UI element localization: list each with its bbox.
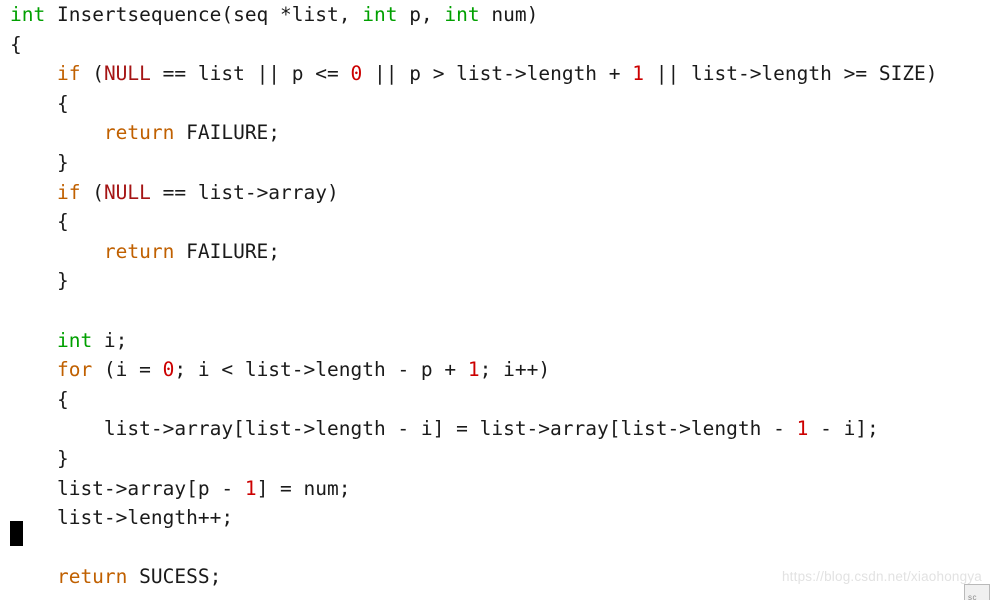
code-token-plain: SUCESS; bbox=[127, 565, 222, 589]
code-line[interactable] bbox=[0, 296, 990, 326]
code-token-control-keyword: if bbox=[10, 62, 81, 86]
code-line[interactable]: } bbox=[0, 266, 990, 296]
code-line[interactable]: int i; bbox=[0, 326, 990, 356]
scroll-corner-glyph: sc bbox=[968, 593, 977, 600]
code-line[interactable]: if (NULL == list->array) bbox=[0, 178, 990, 208]
code-token-plain: || p > list->length + bbox=[362, 62, 633, 86]
code-token-plain: p, bbox=[397, 3, 445, 26]
scroll-corner-widget[interactable]: sc bbox=[964, 584, 990, 600]
code-token-plain: } bbox=[10, 269, 69, 293]
code-token-plain: list->array[list->length - i] = list->ar… bbox=[10, 417, 797, 441]
code-token-plain: == list->array) bbox=[150, 180, 339, 204]
code-line[interactable]: list->array[list->length - i] = list->ar… bbox=[0, 414, 990, 444]
code-token-number: 0 bbox=[162, 358, 175, 382]
code-token-control-keyword: for bbox=[10, 358, 93, 382]
code-line[interactable]: if (NULL == list || p <= 0 || p > list->… bbox=[0, 59, 990, 89]
code-token-control-keyword: return bbox=[10, 565, 128, 589]
code-token-plain: { bbox=[10, 91, 69, 115]
code-token-type-keyword: int bbox=[10, 328, 93, 352]
code-token-constant: NULL bbox=[103, 62, 151, 86]
code-token-number: 1 bbox=[467, 358, 480, 382]
code-token-plain: ( bbox=[80, 62, 104, 86]
code-line[interactable]: list->array[p - 1] = num; bbox=[0, 474, 990, 504]
code-token-plain: (i = bbox=[92, 358, 163, 382]
code-token-plain: } bbox=[10, 446, 69, 470]
code-line[interactable]: return FAILURE; bbox=[0, 118, 990, 148]
code-token-number: 1 bbox=[632, 62, 645, 86]
code-token-plain: FAILURE; bbox=[174, 239, 281, 263]
code-token-plain: ; i++) bbox=[479, 358, 551, 382]
code-token-control-keyword: if bbox=[10, 180, 81, 204]
code-token-plain: == list || p <= bbox=[150, 62, 351, 86]
code-token-plain: { bbox=[10, 32, 22, 56]
code-token-plain: num) bbox=[479, 3, 539, 26]
code-line[interactable]: { bbox=[0, 89, 990, 119]
code-token-type-keyword: int bbox=[10, 3, 46, 26]
code-token-plain: ( bbox=[80, 180, 104, 204]
code-token-number: 1 bbox=[796, 417, 809, 441]
code-token-constant: NULL bbox=[103, 180, 151, 204]
code-token-plain: { bbox=[10, 210, 69, 234]
code-token-control-keyword: return bbox=[10, 121, 175, 145]
code-line[interactable]: int Insertsequence(seq *list, int p, int… bbox=[0, 0, 990, 30]
code-token-plain: Insertsequence(seq *list, bbox=[45, 3, 363, 26]
code-line[interactable]: return FAILURE; bbox=[0, 237, 990, 267]
text-cursor-block bbox=[10, 521, 23, 546]
code-line[interactable] bbox=[0, 533, 990, 563]
code-token-plain: { bbox=[10, 387, 69, 411]
code-token-plain: ; i < list->length - p + bbox=[174, 358, 468, 382]
code-line[interactable]: list->length++; bbox=[0, 503, 990, 533]
code-line[interactable]: } bbox=[0, 444, 990, 474]
code-line[interactable]: for (i = 0; i < list->length - p + 1; i+… bbox=[0, 355, 990, 385]
code-token-plain: } bbox=[10, 150, 69, 174]
code-token-plain: i; bbox=[92, 328, 128, 352]
code-token-plain: list->length++; bbox=[10, 506, 234, 530]
code-token-type-keyword: int bbox=[362, 3, 398, 26]
code-token-plain: - i]; bbox=[808, 417, 879, 441]
code-token-plain: ] = num; bbox=[256, 476, 351, 500]
code-line[interactable]: { bbox=[0, 30, 990, 60]
code-line[interactable]: { bbox=[0, 385, 990, 415]
code-line[interactable]: return SUCESS; bbox=[0, 562, 990, 592]
code-editor-viewport[interactable]: int Insertsequence(seq *list, int p, int… bbox=[0, 0, 990, 600]
code-token-type-keyword: int bbox=[444, 3, 480, 26]
code-screenshot: int Insertsequence(seq *list, int p, int… bbox=[0, 0, 990, 600]
code-line[interactable]: } bbox=[0, 148, 990, 178]
code-token-control-keyword: return bbox=[10, 239, 175, 263]
code-token-plain: list->array[p - bbox=[10, 476, 245, 500]
code-line[interactable]: { bbox=[0, 207, 990, 237]
code-token-number: 0 bbox=[350, 62, 363, 86]
code-token-plain: || list->length >= SIZE) bbox=[644, 62, 938, 86]
code-token-number: 1 bbox=[244, 476, 257, 500]
code-token-plain: FAILURE; bbox=[174, 121, 281, 145]
